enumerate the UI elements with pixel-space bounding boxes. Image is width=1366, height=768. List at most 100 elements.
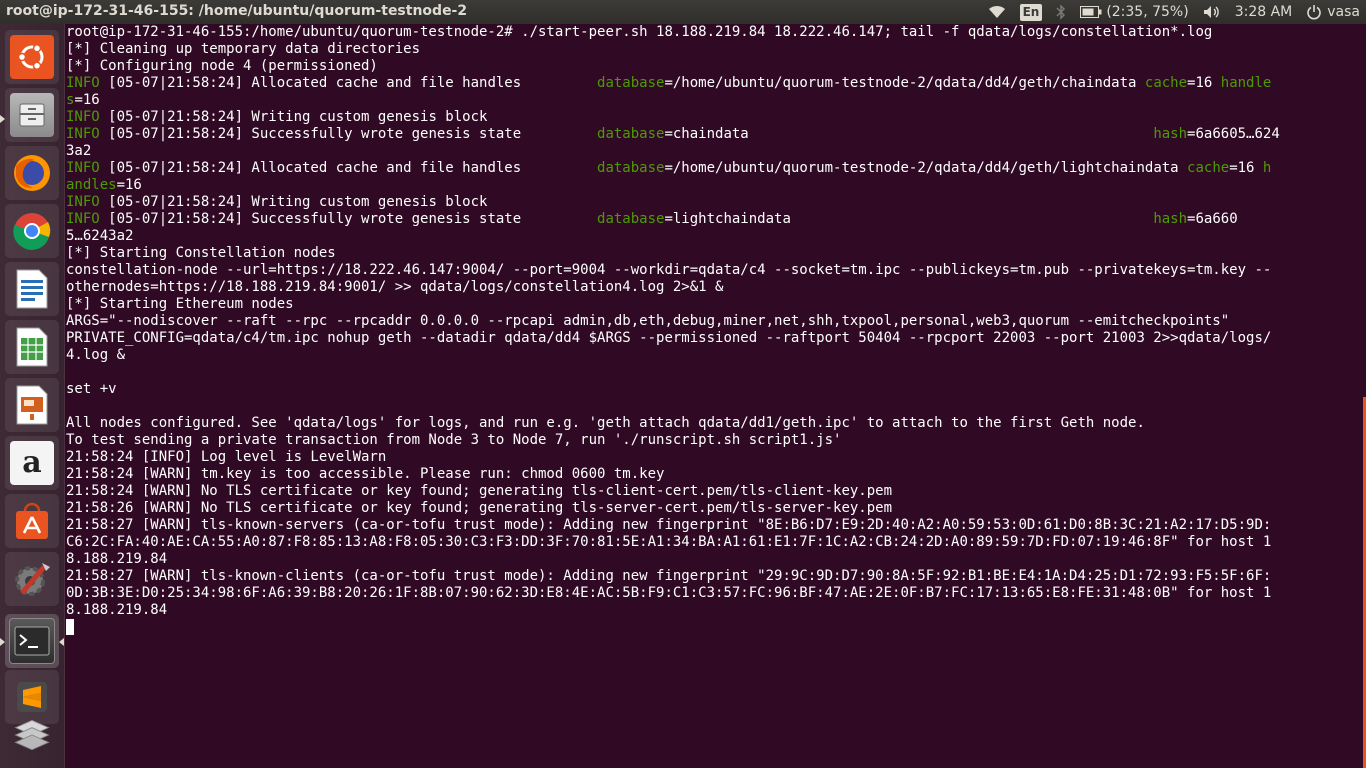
terminal-line: INFO [05-07|21:58:24] Allocated cache an… — [66, 160, 1356, 177]
launcher-item-writer[interactable] — [5, 262, 59, 316]
terminal-text: =16 — [1229, 160, 1263, 176]
chrome-icon — [10, 209, 54, 253]
volume-icon[interactable] — [1203, 0, 1221, 24]
terminal-line: 3a2 — [66, 143, 1356, 160]
terminal-line: set +v — [66, 381, 1356, 398]
terminal-text: 21:58:24 [WARN] No TLS certificate or ke… — [66, 483, 893, 499]
terminal-highlight: cache — [1144, 75, 1188, 91]
launcher-item-files[interactable] — [5, 88, 59, 142]
top-panel: root@ip-172-31-46-155: /home/ubuntu/quor… — [0, 0, 1366, 24]
terminal-text: =/home/ubuntu/quorum-testnode-2/qdata/dd… — [664, 75, 1145, 91]
terminal-text: All nodes configured. See 'qdata/logs' f… — [66, 415, 1145, 431]
launcher-item-settings[interactable] — [5, 552, 59, 606]
ubuntu-dash-icon — [10, 35, 54, 79]
terminal-line: 21:58:26 [WARN] No TLS certificate or ke… — [66, 500, 1356, 517]
launcher-item-firefox[interactable] — [5, 146, 59, 200]
terminal-line: INFO [05-07|21:58:24] Allocated cache an… — [66, 75, 1356, 92]
launcher-item-amazon[interactable]: a — [5, 436, 59, 490]
keyboard-layout-label: En — [1019, 3, 1043, 21]
libreoffice-impress-icon — [10, 383, 54, 427]
terminal-line: INFO [05-07|21:58:24] Writing custom gen… — [66, 194, 1356, 211]
terminal-text: PRIVATE_CONFIG=qdata/c4/tm.ipc nohup get… — [66, 330, 1272, 346]
terminal-text: 21:58:26 [WARN] No TLS certificate or ke… — [66, 500, 893, 516]
terminal-highlight: database — [597, 126, 665, 142]
terminal-highlight: INFO — [66, 126, 100, 142]
launcher-item-calc[interactable] — [5, 320, 59, 374]
terminal-line: root@ip-172-31-46-155:/home/ubuntu/quoru… — [66, 24, 1356, 41]
terminal-text: =16 — [74, 92, 100, 108]
terminal-text: =16 — [1187, 75, 1221, 91]
terminal-highlight: andles — [66, 177, 117, 193]
launcher-item-dash[interactable] — [5, 30, 59, 84]
terminal-output[interactable]: root@ip-172-31-46-155:/home/ubuntu/quoru… — [66, 24, 1356, 768]
terminal-text: 21:58:24 [INFO] Log level is LevelWarn — [66, 449, 387, 465]
terminal-line: INFO [05-07|21:58:24] Writing custom gen… — [66, 109, 1356, 126]
battery-icon — [1080, 6, 1102, 18]
terminal-line: All nodes configured. See 'qdata/logs' f… — [66, 415, 1356, 432]
files-icon — [10, 93, 54, 137]
terminal-text: [05-07|21:58:24] Allocated cache and fil… — [99, 160, 598, 176]
power-menu[interactable]: vasa — [1306, 0, 1360, 24]
terminal-line: 21:58:27 [WARN] tls-known-servers (ca-or… — [66, 517, 1356, 534]
terminal-text: =6a6605…624 — [1187, 126, 1280, 142]
terminal-line: [*] Starting Ethereum nodes — [66, 296, 1356, 313]
launcher-item-impress[interactable] — [5, 378, 59, 432]
terminal-text: [05-07|21:58:24] Successfully wrote gene… — [99, 211, 598, 227]
terminal-line: C6:2C:FA:40:AE:CA:55:A0:87:F8:85:13:A8:F… — [66, 534, 1356, 551]
terminal-line: [*] Starting Constellation nodes — [66, 245, 1356, 262]
terminal-text: 4.log & — [66, 347, 126, 363]
launcher-item-software[interactable] — [5, 494, 59, 548]
terminal-highlight: database — [597, 75, 665, 91]
bluetooth-icon[interactable] — [1056, 0, 1066, 24]
terminal-highlight: INFO — [66, 109, 100, 125]
terminal-text: [*] Starting Constellation nodes — [66, 245, 336, 261]
libreoffice-writer-icon — [10, 267, 54, 311]
power-icon — [1307, 5, 1322, 20]
terminal-text: root@ip-172-31-46-155:/home/ubuntu/quoru… — [66, 24, 1213, 40]
terminal-text: 21:58:27 [WARN] tls-known-clients (ca-or… — [66, 568, 1272, 584]
terminal-line: 0D:3B:3E:D0:25:34:98:6F:A6:39:B8:20:26:1… — [66, 585, 1356, 602]
terminal-highlight: hash — [1153, 211, 1188, 227]
terminal-icon — [9, 618, 55, 664]
terminal-highlight: hash — [1153, 126, 1188, 142]
terminal-text: ARGS="--nodiscover --raft --rpc --rpcadd… — [66, 313, 1230, 329]
libreoffice-calc-icon — [10, 325, 54, 369]
prompt-line — [66, 619, 1356, 636]
terminal-line: 21:58:24 [WARN] No TLS certificate or ke… — [66, 483, 1356, 500]
system-settings-icon — [10, 557, 54, 601]
terminal-line: 8.188.219.84 — [66, 602, 1356, 619]
terminal-line: INFO [05-07|21:58:24] Successfully wrote… — [66, 211, 1356, 228]
keyboard-layout-indicator[interactable]: En — [1019, 0, 1043, 24]
terminal-text: =6a660 — [1187, 211, 1238, 227]
terminal-line: PRIVATE_CONFIG=qdata/c4/tm.ipc nohup get… — [66, 330, 1356, 347]
terminal-text: =lightchaindata — [664, 211, 1154, 227]
battery-indicator[interactable]: (2:35, 75%) — [1080, 0, 1189, 24]
terminal-text: C6:2C:FA:40:AE:CA:55:A0:87:F8:85:13:A8:F… — [66, 534, 1272, 550]
terminal-highlight: h — [1262, 160, 1272, 176]
terminal-text: 5…6243a2 — [66, 228, 134, 244]
terminal-text: [05-07|21:58:24] Successfully wrote gene… — [99, 126, 598, 142]
launcher-item-terminal[interactable] — [5, 614, 59, 668]
terminal-highlight: INFO — [66, 75, 100, 91]
terminal-text: othernodes=https://18.188.219.84:9001/ >… — [66, 279, 724, 295]
launcher: a — [0, 24, 65, 768]
firefox-icon — [10, 151, 54, 195]
terminal-line: [*] Configuring node 4 (permissioned) — [66, 58, 1356, 75]
terminal-cursor — [66, 619, 74, 635]
terminal-text: 0D:3B:3E:D0:25:34:98:6F:A6:39:B8:20:26:1… — [66, 585, 1272, 601]
amazon-icon: a — [10, 441, 54, 485]
terminal-text: 8.188.219.84 — [66, 551, 168, 567]
terminal-text: [*] Cleaning up temporary data directori… — [66, 41, 421, 57]
launcher-item-workspaces[interactable] — [5, 708, 59, 762]
wifi-icon[interactable] — [988, 0, 1006, 24]
clock[interactable]: 3:28 AM — [1235, 0, 1293, 24]
terminal-highlight: database — [597, 211, 665, 227]
terminal-text: 3a2 — [66, 143, 92, 159]
terminal-text: set +v — [66, 381, 117, 397]
terminal-text: [05-07|21:58:24] Writing custom genesis … — [99, 109, 488, 125]
launcher-item-chrome[interactable] — [5, 204, 59, 258]
indicator-area: En (2:35, 75%) 3:28 AM vasa — [988, 0, 1366, 24]
terminal-text: [05-07|21:58:24] Writing custom genesis … — [99, 194, 488, 210]
